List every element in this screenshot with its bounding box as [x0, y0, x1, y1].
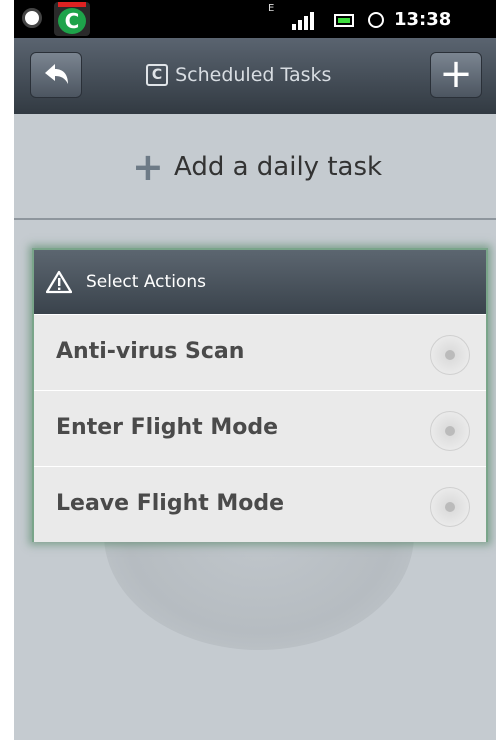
alarm-icon	[368, 12, 384, 28]
back-button[interactable]	[30, 52, 82, 98]
status-bar: C E 13:38	[14, 0, 496, 38]
system-icon	[22, 8, 42, 28]
page-title-text: Scheduled Tasks	[175, 64, 332, 86]
title-bar: C Scheduled Tasks +	[14, 38, 496, 114]
option-label: Enter Flight Mode	[56, 415, 279, 440]
network-type-label: E	[268, 3, 275, 14]
dialog-title: Select Actions	[86, 272, 206, 292]
action-option-leave-flight-mode[interactable]: Leave Flight Mode	[34, 466, 486, 542]
plus-icon: +	[132, 145, 164, 189]
add-daily-task-row[interactable]: + Add a daily task	[14, 114, 496, 220]
battery-icon	[334, 14, 354, 27]
action-option-enter-flight-mode[interactable]: Enter Flight Mode	[34, 390, 486, 466]
dialog-header: Select Actions	[34, 250, 486, 314]
signal-strength-icon	[292, 12, 316, 30]
back-arrow-icon	[45, 64, 68, 84]
radio-button[interactable]	[430, 411, 470, 451]
select-actions-dialog: Select Actions Anti-virus Scan Enter Fli…	[32, 248, 488, 542]
plus-icon: +	[439, 51, 473, 97]
radio-button[interactable]	[430, 487, 470, 527]
option-label: Anti-virus Scan	[56, 339, 245, 364]
add-task-button[interactable]: +	[430, 52, 482, 98]
action-option-antivirus-scan[interactable]: Anti-virus Scan	[34, 314, 486, 390]
page-title: C Scheduled Tasks	[146, 64, 331, 90]
app-notification-icon: C	[54, 2, 90, 36]
radio-button[interactable]	[430, 335, 470, 375]
add-daily-task-label: Add a daily task	[174, 152, 383, 182]
warning-icon	[46, 270, 72, 294]
app-logo-icon: C	[146, 64, 168, 86]
status-time: 13:38	[394, 9, 452, 30]
option-label: Leave Flight Mode	[56, 491, 285, 516]
app-screen: C E 13:38 C Scheduled Tasks + + Add a da…	[14, 0, 496, 740]
